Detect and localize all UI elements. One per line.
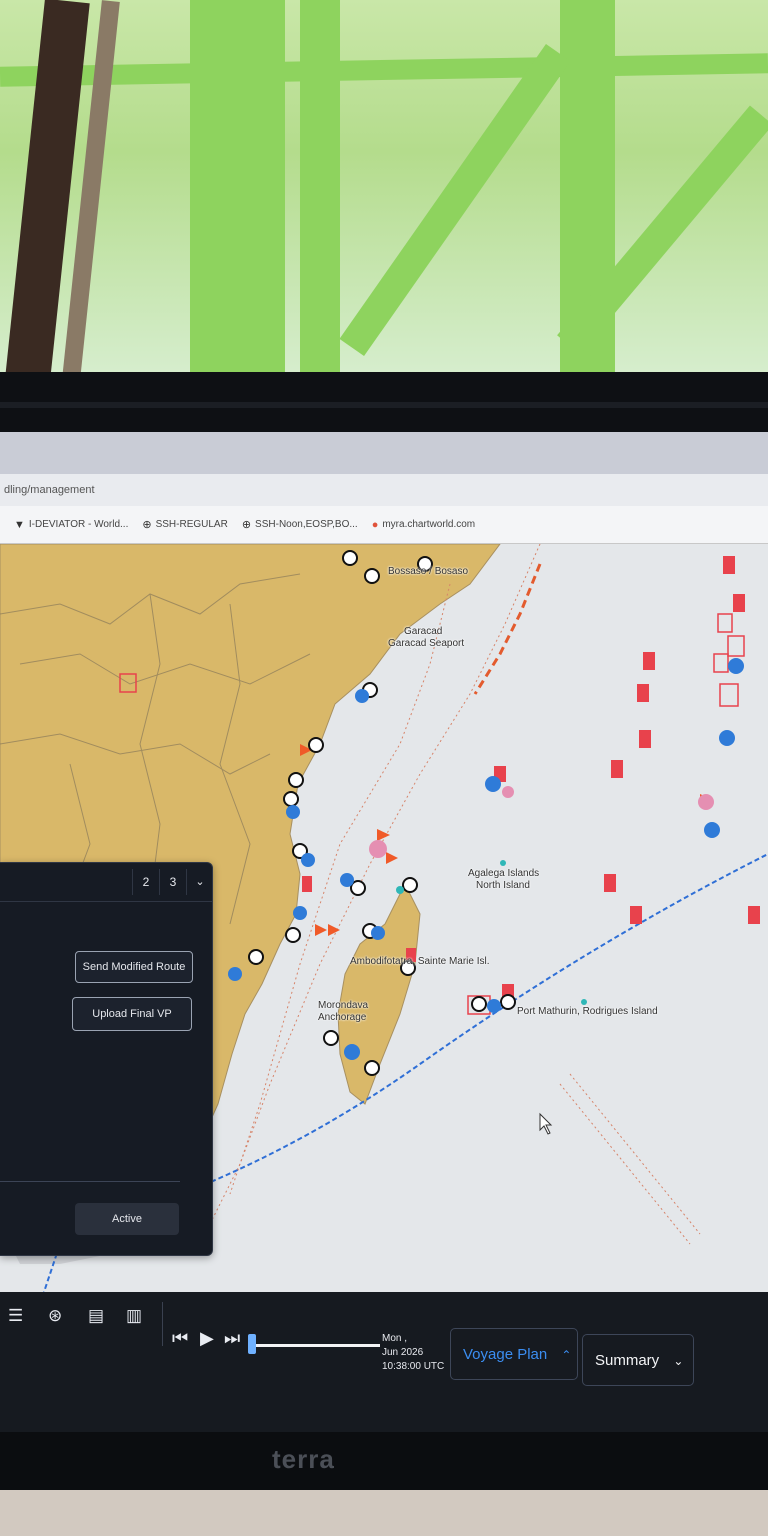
place-label: Anchorage: [318, 1012, 367, 1023]
chevron-down-icon: ▼: [14, 518, 25, 531]
chevron-down-icon: ⌄: [673, 1354, 684, 1368]
globe-icon: ⊕: [241, 519, 252, 531]
bookmarks-bar: ▼ I-DEVIATOR - World... ⊕ SSH-REGULAR ⊕ …: [0, 506, 768, 544]
place-label: Garacad Seaport: [388, 638, 465, 649]
place-label: Garacad: [404, 626, 443, 637]
mouse-cursor: [539, 1112, 553, 1135]
timeline-track[interactable]: [255, 1344, 380, 1347]
bookmark-ssh-regular[interactable]: ⊕ SSH-REGULAR: [142, 518, 227, 531]
summary-tab[interactable]: Summary ⌄: [582, 1334, 694, 1386]
bottom-toolbar: ☰ ⊛ ▤ ▥ ⏮ ▶ ⏭ Mon , Jun 2026 10:38:00 UT…: [0, 1292, 768, 1432]
upload-final-vp-button[interactable]: Upload Final VP: [72, 997, 192, 1031]
skip-forward-icon[interactable]: ⏭: [224, 1328, 240, 1349]
sliders-icon[interactable]: ☰: [8, 1306, 23, 1326]
place-label: Morondava: [318, 1000, 369, 1011]
bookmark-i-deviator[interactable]: ▼ I-DEVIATOR - World...: [14, 519, 128, 531]
desk-surface: [0, 1490, 768, 1536]
toolbar-divider: [162, 1302, 163, 1346]
timestamp: Mon , Jun 2026 10:38:00 UTC: [382, 1333, 445, 1372]
layers-icon[interactable]: ⊛: [48, 1306, 62, 1326]
play-icon[interactable]: ▶: [200, 1328, 214, 1349]
place-label: Agalega Islands: [468, 868, 540, 879]
screen: dling/management ▼ I-DEVIATOR - World...…: [0, 432, 768, 1432]
voyage-plan-tab[interactable]: Voyage Plan ⌃: [450, 1328, 578, 1380]
chart-icon[interactable]: ▥: [126, 1306, 142, 1326]
panel-header: 2 3 ⌄: [0, 863, 212, 902]
background-window-scene: [0, 0, 768, 380]
page-3-button[interactable]: 3: [159, 869, 186, 895]
skip-back-icon[interactable]: ⏮: [172, 1328, 188, 1349]
place-label: North Island: [476, 880, 530, 891]
page-2-button[interactable]: 2: [132, 869, 159, 895]
panel-divider: [0, 1181, 180, 1182]
chevron-up-icon: ⌃: [561, 1348, 572, 1362]
route-action-panel: 2 3 ⌄ Send Modified Route Upload Final V…: [0, 862, 213, 1256]
send-modified-route-button[interactable]: Send Modified Route: [75, 951, 193, 983]
monitor-brand-logo: terra: [272, 1444, 335, 1474]
timeline-handle[interactable]: [248, 1334, 256, 1354]
document-icon[interactable]: ▤: [88, 1306, 104, 1326]
active-button[interactable]: Active: [75, 1203, 179, 1235]
map-pin-icon: ●: [371, 518, 379, 531]
place-label: Ambodifotatra, Sainte Marie Isl.: [350, 956, 490, 967]
globe-icon: ⊕: [142, 519, 152, 531]
browser-tab-strip: [0, 432, 768, 474]
chevron-down-icon[interactable]: ⌄: [186, 869, 213, 895]
address-bar[interactable]: dling/management: [0, 474, 768, 506]
monitor-bezel-edge: [0, 402, 768, 408]
url-text: dling/management: [4, 484, 95, 496]
place-label: Bossaso / Bosaso: [388, 566, 469, 577]
place-label: Port Mathurin, Rodrigues Island: [517, 1006, 658, 1017]
bookmark-ssh-noon[interactable]: ⊕ SSH-Noon,EOSP,BO...: [242, 518, 358, 531]
bookmark-myra-chartworld[interactable]: ● myra.chartworld.com: [372, 519, 475, 531]
nautical-chart-map[interactable]: Bossaso / Bosaso Garacad Garacad Seaport…: [0, 544, 768, 1304]
